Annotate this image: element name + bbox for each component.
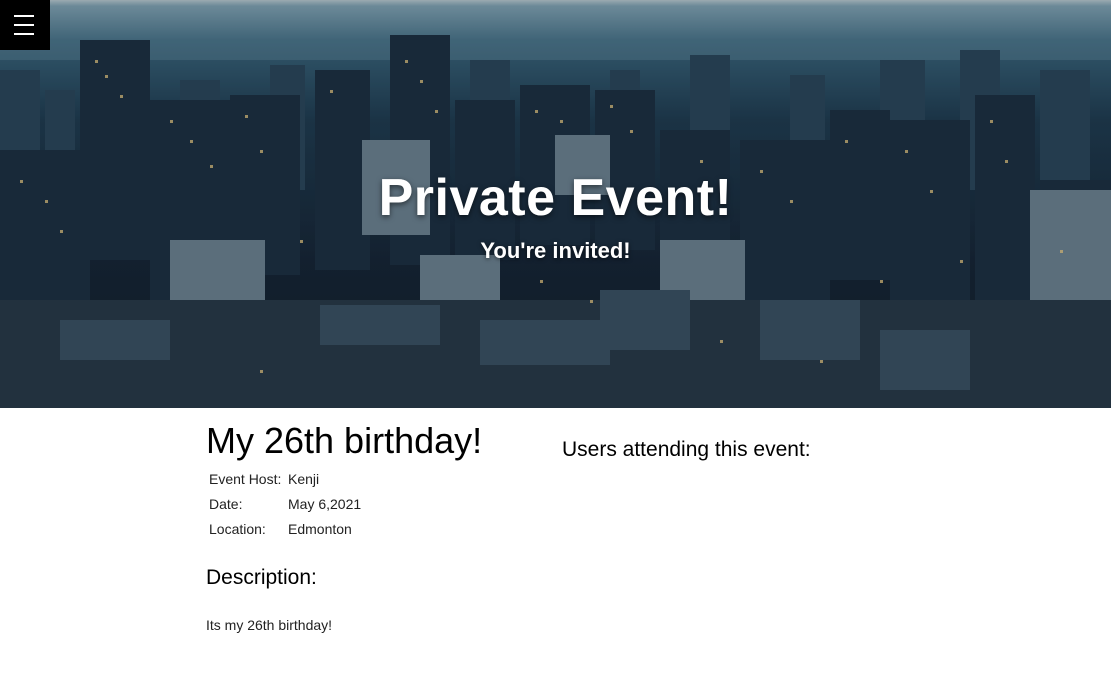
- event-content: My 26th birthday! Event Host: Kenji Date…: [0, 408, 1111, 673]
- detail-label: Date:: [209, 495, 243, 512]
- detail-row-location: Location: Edmonton: [206, 516, 364, 541]
- detail-label: Location:: [209, 520, 266, 537]
- detail-value: Kenji: [288, 470, 320, 487]
- detail-row-host: Event Host: Kenji: [206, 466, 364, 491]
- event-details-table: Event Host: Kenji Date: May 6,2021 Locat…: [206, 466, 364, 541]
- event-title: My 26th birthday!: [206, 420, 483, 461]
- description-text: Its my 26th birthday!: [206, 617, 333, 633]
- detail-value: Edmonton: [288, 520, 352, 537]
- menu-button[interactable]: [0, 0, 50, 50]
- detail-label: Event Host:: [209, 470, 282, 487]
- hero-subtitle: You're invited!: [480, 238, 631, 263]
- attendees-heading: Users attending this event:: [562, 438, 811, 461]
- detail-value: May 6,2021: [288, 495, 362, 512]
- hero-banner: Private Event! You're invited!: [0, 0, 1111, 408]
- description-heading: Description:: [206, 566, 317, 589]
- hero-title: Private Event!: [378, 169, 733, 227]
- detail-row-date: Date: May 6,2021: [206, 491, 364, 516]
